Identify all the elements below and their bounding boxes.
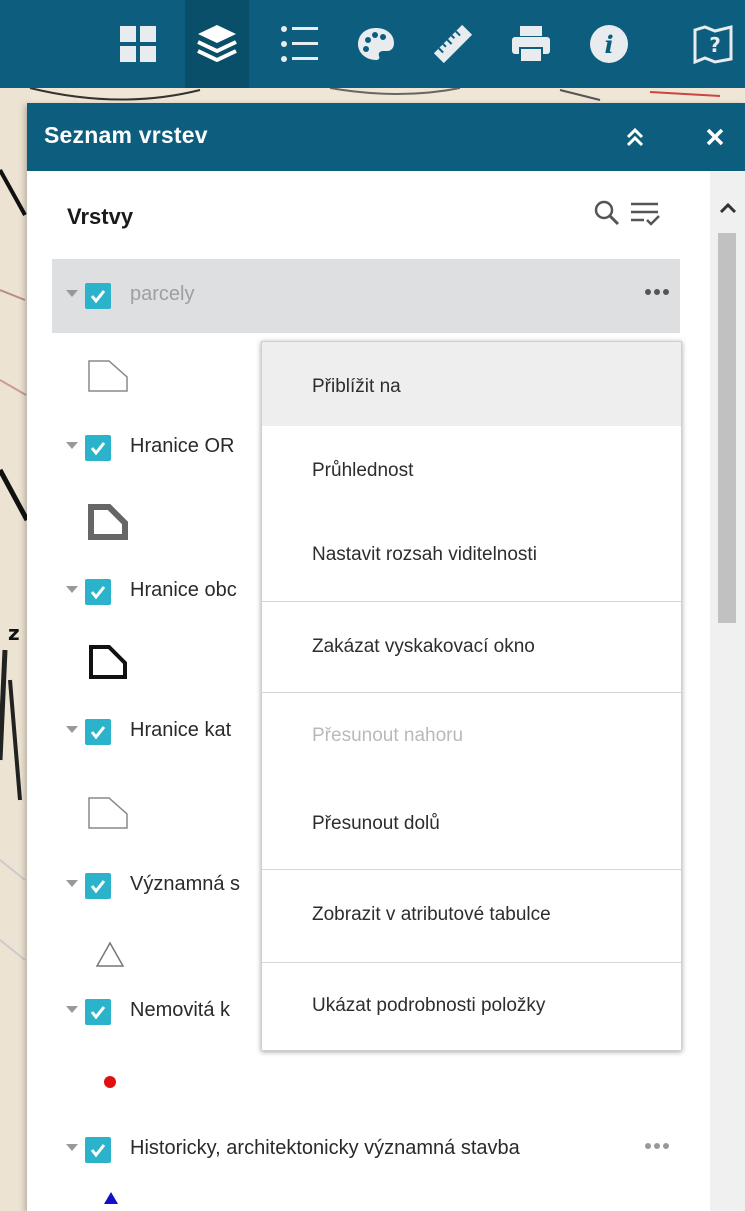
menu-item-attribute-table[interactable]: Zobrazit v atributové tabulce: [262, 870, 681, 962]
close-panel-button[interactable]: [697, 119, 733, 155]
caret-down-icon: [66, 880, 78, 887]
check-icon: [90, 1144, 106, 1158]
menu-item-show-details[interactable]: Ukázat podrobnosti položky: [262, 963, 681, 1050]
layer-label: parcely: [130, 283, 195, 305]
layer-visibility-checkbox[interactable]: [85, 283, 111, 309]
check-icon: [90, 726, 106, 740]
list-icon: [281, 26, 318, 62]
help-button[interactable]: ?: [681, 10, 745, 78]
caret-down-icon: [66, 1144, 78, 1151]
legend-symbol-polygon-thick-black: [89, 645, 127, 679]
layer-options-button[interactable]: [628, 198, 664, 230]
menu-item-label: Průhlednost: [312, 460, 414, 481]
check-icon: [90, 290, 106, 304]
printer-icon: [512, 26, 550, 63]
scroll-thumb[interactable]: [718, 233, 736, 623]
basemap-gallery-button[interactable]: [106, 10, 170, 78]
caret-down-icon: [66, 586, 78, 593]
check-icon: [90, 586, 106, 600]
layer-label: Hranice OR: [130, 435, 235, 457]
grid-icon: [120, 26, 156, 62]
scroll-up-button[interactable]: [710, 193, 745, 223]
svg-text:i: i: [604, 30, 613, 59]
legend-symbol-dot-red: [104, 1076, 116, 1088]
menu-item-label: Přesunout nahoru: [312, 725, 464, 746]
check-icon: [90, 442, 106, 456]
layer-row-historicky-stavba[interactable]: Historicky, architektonicky významná sta…: [52, 1113, 680, 1187]
layer-visibility-checkbox[interactable]: [85, 999, 111, 1025]
layer-visibility-checkbox[interactable]: [85, 579, 111, 605]
svg-text:z: z: [8, 621, 20, 645]
menu-item-label: Přesunout dolů: [312, 813, 440, 834]
layers-tools: [592, 198, 664, 230]
layer-label: Hranice kat: [130, 719, 232, 741]
panel-header: Seznam vrstev: [27, 103, 745, 171]
layer-visibility-checkbox[interactable]: [85, 873, 111, 899]
layer-label: Hranice obc: [130, 579, 237, 601]
layer-label: Významná s: [130, 873, 241, 895]
search-icon: [594, 200, 620, 226]
caret-down-icon: [66, 442, 78, 449]
menu-item-zoom-to[interactable]: Přiblížit na: [262, 342, 681, 426]
info-icon: i: [590, 25, 628, 63]
menu-item-label: Zobrazit v atributové tabulce: [312, 904, 551, 925]
layers-heading: Vrstvy: [67, 204, 134, 229]
search-layers-button[interactable]: [592, 198, 624, 230]
layers-icon: [197, 25, 237, 62]
check-icon: [90, 1006, 106, 1020]
caret-down-icon: [66, 290, 78, 297]
menu-item-visibility-range[interactable]: Nastavit rozsah viditelnosti: [262, 512, 681, 600]
panel-scrollbar[interactable]: [710, 171, 745, 1211]
layer-context-menu: Přiblížit na Průhlednost Nastavit rozsah…: [261, 341, 682, 1051]
check-icon: [90, 880, 106, 894]
double-chevron-up-icon: [626, 127, 644, 147]
legend-button[interactable]: [266, 10, 330, 78]
legend-symbol-polygon-thick-gray: [88, 504, 128, 540]
menu-item-label: Nastavit rozsah viditelnosti: [312, 544, 537, 565]
menu-item-label: Ukázat podrobnosti položky: [312, 995, 546, 1016]
layer-label: Nemovitá k: [130, 999, 231, 1021]
filter-list-icon: [631, 202, 660, 226]
layer-visibility-checkbox[interactable]: [85, 1137, 111, 1163]
legend-symbol-polygon-thin-gray: [88, 360, 128, 392]
layer-visibility-checkbox[interactable]: [85, 435, 111, 461]
layer-visibility-checkbox[interactable]: [85, 719, 111, 745]
menu-item-label: Přiblížit na: [312, 376, 401, 397]
menu-item-label: Zakázat vyskakovací okno: [312, 636, 535, 657]
chevron-up-icon: [719, 202, 736, 214]
svg-text:?: ?: [709, 33, 721, 57]
legend-symbol-polygon-thin-gray: [88, 797, 128, 829]
menu-item-move-up: Přesunout nahoru: [262, 693, 681, 779]
layer-list-button[interactable]: [185, 0, 249, 88]
map-help-icon: ?: [693, 25, 733, 65]
menu-item-move-down[interactable]: Přesunout dolů: [262, 779, 681, 869]
palette-icon: [358, 28, 394, 60]
layer-label: Historicky, architektonicky významná sta…: [130, 1137, 520, 1159]
panel-title: Seznam vrstev: [44, 122, 208, 148]
measurement-button[interactable]: [421, 10, 485, 78]
top-toolbar: i ?: [0, 0, 745, 88]
more-options-icon[interactable]: [644, 1141, 670, 1151]
menu-item-disable-popup[interactable]: Zakázat vyskakovací okno: [262, 602, 681, 692]
print-button[interactable]: [499, 10, 563, 78]
theme-analysis-button[interactable]: [344, 10, 408, 78]
menu-item-transparency[interactable]: Průhlednost: [262, 426, 681, 512]
about-button[interactable]: i: [577, 10, 641, 78]
caret-down-icon: [66, 726, 78, 733]
legend-symbol-triangle-blue: [104, 1192, 118, 1204]
more-options-icon[interactable]: [644, 287, 670, 297]
legend-symbol-triangle-outline-gray: [95, 941, 125, 967]
close-icon: [706, 128, 724, 146]
collapse-panel-button[interactable]: [617, 119, 653, 155]
caret-down-icon: [66, 1006, 78, 1013]
ruler-icon: [433, 24, 473, 64]
layer-row-parcely[interactable]: parcely: [52, 259, 680, 333]
